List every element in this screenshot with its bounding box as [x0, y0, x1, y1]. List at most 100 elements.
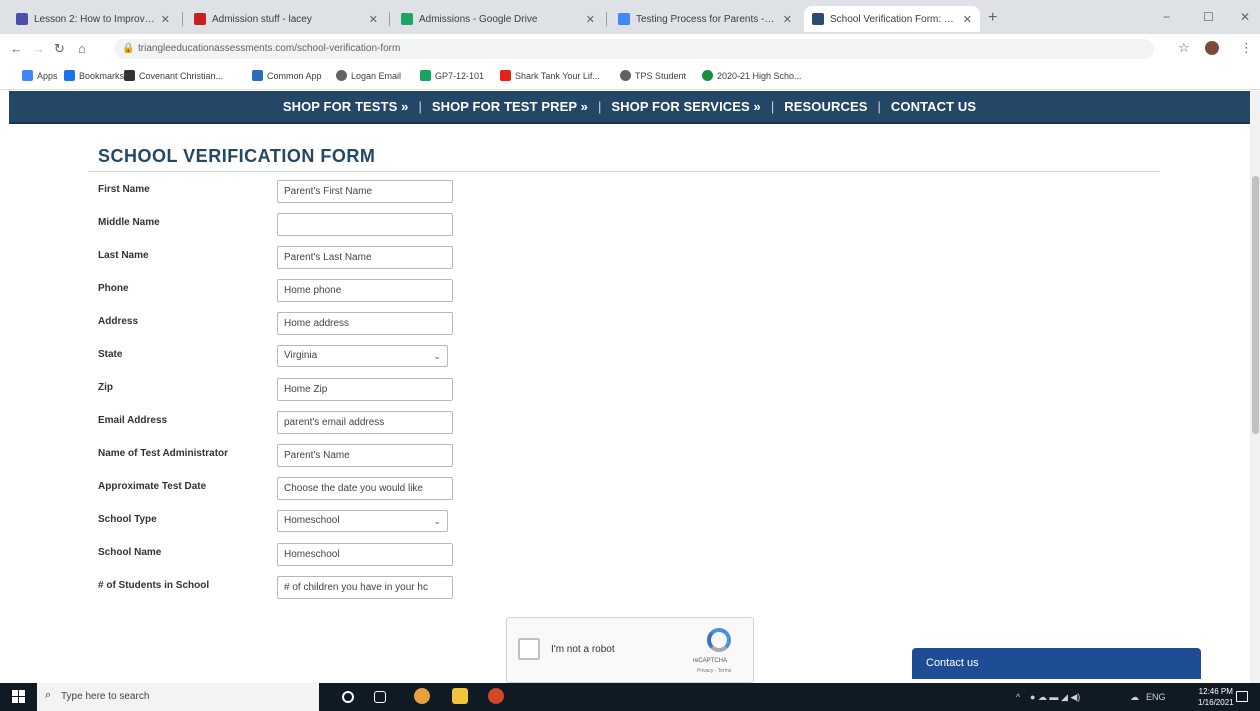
- first-name-input[interactable]: Parent's First Name: [277, 180, 453, 203]
- onedrive-icon[interactable]: ☁: [1130, 692, 1139, 703]
- students-count-input[interactable]: # of children you have in your hc: [277, 576, 453, 599]
- site-navigation: SHOP FOR TESTS » | SHOP FOR TEST PREP » …: [9, 91, 1250, 124]
- browser-tab[interactable]: Admission stuff - lacey ✕: [186, 6, 386, 32]
- tray-status-icons[interactable]: ● ☁ ▬ ◢ ◀): [1030, 692, 1080, 703]
- recaptcha-checkbox[interactable]: [518, 638, 540, 660]
- tray-chevron-up-icon[interactable]: ^: [1016, 692, 1020, 702]
- browser-tab[interactable]: Testing Process for Parents - Go ✕: [610, 6, 800, 32]
- google-drive-icon: [401, 13, 413, 25]
- bookmark-common-app[interactable]: Common App: [252, 70, 322, 81]
- star-icon: [64, 70, 75, 81]
- nav-resources[interactable]: RESOURCES: [784, 99, 867, 114]
- notification-center-icon[interactable]: [1236, 691, 1248, 702]
- chevron-down-icon: ⌄: [433, 351, 441, 361]
- nav-separator: |: [877, 99, 881, 114]
- nav-contact-us[interactable]: CONTACT US: [891, 99, 976, 114]
- language-indicator[interactable]: ENG: [1146, 692, 1166, 702]
- bookmark-label: Apps: [37, 70, 58, 81]
- youtube-icon: [500, 70, 511, 81]
- browser-tab[interactable]: Admissions - Google Drive ✕: [393, 6, 603, 32]
- cortana-icon[interactable]: [342, 691, 354, 703]
- test-administrator-input[interactable]: Parent's Name: [277, 444, 453, 467]
- scrollbar-thumb[interactable]: [1252, 176, 1259, 434]
- google-docs-icon: [618, 13, 630, 25]
- close-tab-icon[interactable]: ✕: [161, 13, 170, 26]
- bookmark-covenant[interactable]: Covenant Christian...: [124, 70, 223, 81]
- browser-toolbar: ← → ↻ ⌂ 🔒 triangleeducationassessments.c…: [0, 34, 1260, 64]
- lock-icon: 🔒: [122, 43, 135, 54]
- state-label: State: [98, 349, 123, 360]
- nav-shop-for-test-prep[interactable]: SHOP FOR TEST PREP »: [432, 99, 588, 114]
- recaptcha-widget: I'm not a robot reCAPTCHA Privacy - Term…: [506, 617, 754, 683]
- close-tab-icon[interactable]: ✕: [963, 13, 972, 26]
- phone-input[interactable]: Home phone: [277, 279, 453, 302]
- nav-separator: |: [418, 99, 422, 114]
- students-count-label: # of Students in School: [98, 580, 210, 591]
- earth-icon: [702, 70, 713, 81]
- zip-input[interactable]: Home Zip: [277, 378, 453, 401]
- profile-avatar[interactable]: [1205, 41, 1219, 55]
- state-selected-value: Virginia: [284, 350, 318, 361]
- test-administrator-label: Name of Test Administrator: [98, 448, 229, 459]
- browser-tab-strip: Lesson 2: How to Improve Math ✕ Admissio…: [0, 0, 1260, 34]
- bookmark-shark-tank[interactable]: Shark Tank Your Lif...: [500, 70, 600, 81]
- email-address-input[interactable]: parent's email address: [277, 411, 453, 434]
- browser-tab-active[interactable]: School Verification Form: Triangl ✕: [804, 6, 980, 32]
- bookmark-apps[interactable]: Apps: [22, 70, 58, 81]
- file-explorer-icon[interactable]: [452, 688, 468, 704]
- reload-icon[interactable]: ↻: [54, 41, 65, 57]
- phone-label: Phone: [98, 283, 129, 294]
- bookmarks-bar: Apps Bookmarks Covenant Christian... Com…: [0, 64, 1260, 90]
- close-tab-icon[interactable]: ✕: [783, 13, 792, 26]
- taskbar-search-placeholder: Type here to search: [61, 691, 150, 702]
- maximize-button[interactable]: ☐: [1203, 10, 1214, 24]
- taskbar-clock[interactable]: 12:46 PM 1/16/2021: [1198, 686, 1234, 708]
- home-icon[interactable]: ⌂: [78, 41, 86, 56]
- windows-start-icon[interactable]: [12, 690, 26, 704]
- clock-date: 1/16/2021: [1198, 698, 1234, 707]
- chrome-icon[interactable]: [414, 688, 430, 704]
- address-bar[interactable]: 🔒 triangleeducationassessments.com/schoo…: [114, 39, 1154, 59]
- powerpoint-icon[interactable]: [488, 688, 504, 704]
- bookmark-bookmarks[interactable]: Bookmarks: [64, 70, 124, 81]
- recaptcha-logo-icon: [707, 628, 731, 652]
- bookmark-label: 2020-21 High Scho...: [717, 70, 802, 81]
- bookmark-high-school[interactable]: 2020-21 High Scho...: [702, 70, 802, 81]
- school-type-selected-value: Homeschool: [284, 515, 340, 526]
- middle-name-input[interactable]: [277, 213, 453, 236]
- school-name-input[interactable]: Homeschool: [277, 543, 453, 566]
- bookmark-tps-student[interactable]: TPS Student: [620, 70, 686, 81]
- taskbar-search-input[interactable]: ⌕ Type here to search: [37, 683, 319, 711]
- close-tab-icon[interactable]: ✕: [586, 13, 595, 26]
- forward-arrow-icon[interactable]: →: [32, 41, 45, 56]
- recaptcha-terms-link[interactable]: Privacy - Terms: [697, 668, 731, 674]
- close-tab-icon[interactable]: ✕: [369, 13, 378, 26]
- bookmark-logan-email[interactable]: Logan Email: [336, 70, 401, 81]
- browser-tab[interactable]: Lesson 2: How to Improve Math ✕: [8, 6, 178, 32]
- nav-separator: |: [597, 99, 602, 114]
- school-type-select[interactable]: Homeschool ⌄: [277, 510, 448, 532]
- bookmark-star-icon[interactable]: ☆: [1178, 40, 1190, 56]
- bookmark-gp7[interactable]: GP7-12-101: [420, 70, 484, 81]
- minimize-button[interactable]: −: [1163, 10, 1170, 24]
- nav-shop-for-tests[interactable]: SHOP FOR TESTS »: [283, 99, 409, 114]
- nav-shop-for-services[interactable]: SHOP FOR SERVICES »: [611, 99, 761, 114]
- task-view-icon[interactable]: [374, 691, 386, 703]
- contact-us-chat-button[interactable]: Contact us: [912, 648, 1201, 679]
- zip-label: Zip: [98, 382, 113, 393]
- new-tab-button[interactable]: +: [988, 9, 997, 27]
- test-date-input[interactable]: Choose the date you would like: [277, 477, 453, 500]
- bookmark-label: GP7-12-101: [435, 70, 485, 81]
- clock-time: 12:46 PM: [1198, 687, 1233, 696]
- state-select[interactable]: Virginia ⌄: [277, 345, 448, 367]
- back-arrow-icon[interactable]: ←: [10, 41, 23, 56]
- browser-menu-icon[interactable]: ⋮: [1240, 40, 1253, 56]
- last-name-input[interactable]: Parent's Last Name: [277, 246, 453, 269]
- chevron-down-icon: ⌄: [433, 516, 441, 526]
- tab-title: Testing Process for Parents - Go: [636, 13, 777, 25]
- address-input[interactable]: Home address: [277, 312, 453, 335]
- windows-taskbar: ⌕ Type here to search ^ ● ☁ ▬ ◢ ◀) ☁ ENG…: [0, 683, 1260, 711]
- recaptcha-label: I'm not a robot: [551, 644, 615, 655]
- bookmark-favicon-icon: [124, 70, 135, 81]
- close-window-button[interactable]: ✕: [1240, 10, 1250, 24]
